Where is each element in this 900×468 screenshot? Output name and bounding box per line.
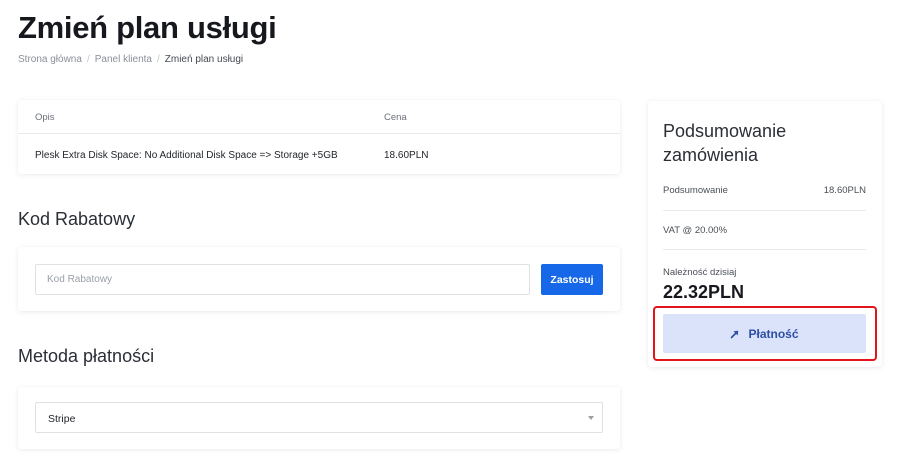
summary-subtotal-value: 18.60PLN — [823, 185, 866, 196]
column-header-description: Opis — [35, 112, 55, 123]
breadcrumb-current: Zmień plan usługi — [164, 54, 244, 65]
due-today-amount: 22.32PLN — [663, 282, 745, 302]
breadcrumb-home[interactable]: Strona główna — [18, 54, 82, 65]
payment-method-selected-value: Stripe — [48, 413, 76, 425]
coupon-code-input[interactable] — [35, 264, 530, 295]
order-summary-title: Podsumowanie zamówienia — [663, 121, 787, 165]
apply-coupon-button[interactable]: Zastosuj — [541, 264, 603, 295]
chevron-down-icon — [588, 416, 594, 420]
payment-method-section-title: Metoda płatności — [18, 346, 155, 366]
column-header-price: Cena — [384, 112, 407, 123]
coupon-card: Zastosuj — [18, 247, 620, 311]
summary-vat-row: VAT @ 20.00% — [663, 225, 866, 236]
payment-method-select[interactable]: Stripe — [35, 402, 603, 433]
due-today-label: Należność dzisiaj — [663, 267, 737, 278]
pay-button-label: Płatność — [748, 326, 799, 341]
breadcrumb-separator: / — [86, 54, 90, 65]
item-price: 18.60PLN — [384, 150, 429, 161]
item-description: Plesk Extra Disk Space: No Additional Di… — [35, 150, 338, 161]
summary-subtotal-row: Podsumowanie 18.60PLN — [663, 185, 866, 196]
summary-subtotal-label: Podsumowanie — [663, 185, 728, 196]
table-header: Opis Cena — [18, 100, 620, 134]
breadcrumb-separator: / — [156, 54, 160, 65]
breadcrumb: Strona główna / Panel klienta / Zmień pl… — [18, 54, 243, 65]
summary-vat-label: VAT @ 20.00% — [663, 225, 728, 236]
summary-divider — [663, 249, 866, 250]
arrow-right-icon — [731, 330, 739, 338]
coupon-section-title: Kod Rabatowy — [18, 209, 136, 229]
pay-button[interactable]: Płatność — [663, 314, 866, 353]
payment-method-card: Stripe — [18, 387, 620, 449]
order-items-table: Opis Cena Plesk Extra Disk Space: No Add… — [18, 100, 620, 174]
page-title: Zmień plan usługi — [18, 10, 277, 45]
table-row: Plesk Extra Disk Space: No Additional Di… — [18, 134, 620, 174]
summary-divider — [663, 210, 866, 211]
breadcrumb-client-panel[interactable]: Panel klienta — [95, 54, 152, 65]
